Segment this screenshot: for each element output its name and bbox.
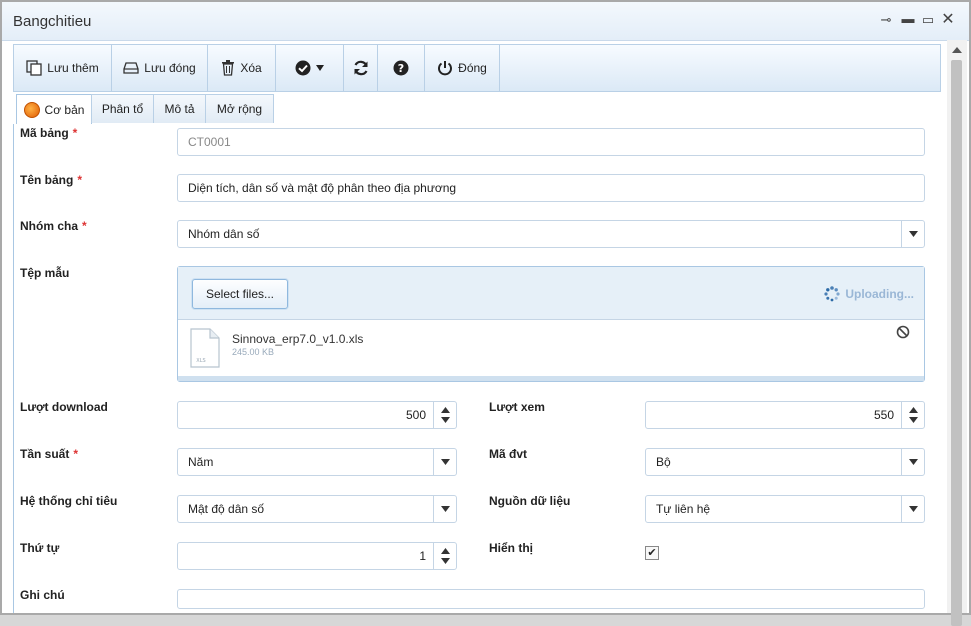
frequency-value: Năm	[188, 455, 214, 469]
data-source-value: Tự liên hệ	[656, 502, 711, 516]
tab-breakdown-label: Phân tổ	[101, 102, 144, 116]
dialog-window: Bangchitieu ⊸ ▬ ▭ ✕ Lưu thêm Lưu đóng Xó…	[0, 0, 971, 626]
save-close-label: Lưu đóng	[144, 61, 196, 75]
scrollbar-thumb[interactable]	[951, 60, 962, 626]
delete-label: Xóa	[240, 61, 262, 75]
cancel-upload-icon[interactable]	[896, 325, 910, 339]
minimize-icon[interactable]: ▬	[900, 11, 916, 27]
tab-strip: Cơ bản Phân tổ Mô tả Mở rộng	[13, 94, 931, 125]
indicator-system-select[interactable]: Mật độ dân số	[177, 495, 457, 523]
close-button[interactable]: Đóng	[425, 45, 500, 91]
table-name-label: Tên bảng *	[20, 173, 83, 187]
unit-code-select[interactable]: Bộ	[645, 448, 925, 476]
display-label: Hiển thị	[489, 541, 533, 555]
data-source-select[interactable]: Tự liên hệ	[645, 495, 925, 523]
file-icon: XLS	[190, 328, 220, 368]
basic-tab-icon	[23, 102, 40, 118]
display-checkbox[interactable]: ✔	[645, 546, 659, 560]
trash-icon	[222, 60, 235, 76]
save-new-label: Lưu thêm	[47, 61, 99, 75]
maximize-icon[interactable]: ▭	[920, 12, 936, 28]
tab-description-label: Mô tả	[164, 102, 195, 116]
table-code-label: Mã bảng *	[20, 126, 78, 140]
chevron-down-icon[interactable]	[433, 449, 456, 475]
template-file-label: Tệp mẫu	[20, 266, 70, 280]
approve-menu-button[interactable]	[276, 45, 344, 91]
chevron-down-icon[interactable]	[901, 221, 924, 247]
close-window-icon[interactable]: ✕	[940, 12, 956, 28]
parent-group-value: Nhóm dân số	[188, 227, 260, 241]
spinner-arrows-icon[interactable]	[901, 402, 924, 428]
upload-progress-bar	[178, 376, 924, 381]
svg-text:?: ?	[398, 62, 404, 75]
parent-group-label: Nhóm cha *	[20, 219, 87, 233]
refresh-button[interactable]	[344, 45, 378, 91]
order-value: 1	[419, 549, 426, 563]
upload-status: Uploading...	[824, 286, 914, 302]
file-size: 245.00 KB	[232, 347, 275, 357]
pin-icon[interactable]: ⊸	[878, 12, 894, 28]
tab-basic-label: Cơ bản	[44, 103, 85, 117]
views-label: Lượt xem	[489, 400, 545, 414]
select-files-button[interactable]: Select files...	[192, 279, 288, 309]
upload-status-text: Uploading...	[845, 287, 914, 301]
unit-code-value: Bộ	[656, 455, 671, 469]
tab-extended-label: Mở rộng	[216, 102, 263, 116]
delete-button[interactable]: Xóa	[208, 45, 276, 91]
downloads-value: 500	[405, 408, 426, 422]
indicator-system-label: Hệ thống chỉ tiêu	[20, 494, 118, 508]
spinner-arrows-icon[interactable]	[433, 543, 456, 569]
spinner-icon	[824, 286, 840, 302]
spinner-arrows-icon[interactable]	[433, 402, 456, 428]
tab-description[interactable]: Mô tả	[153, 94, 206, 123]
vertical-scrollbar[interactable]	[947, 40, 967, 626]
uploader-header: Select files... Uploading...	[178, 267, 924, 320]
chevron-down-icon[interactable]	[433, 496, 456, 522]
chevron-down-icon[interactable]	[901, 449, 924, 475]
toolbar: Lưu thêm Lưu đóng Xóa ? Đóng	[13, 44, 941, 92]
table-code-field[interactable]: CT0001	[177, 128, 925, 156]
unit-code-label: Mã đvt	[489, 447, 528, 461]
note-textarea[interactable]	[177, 589, 925, 609]
views-value: 550	[873, 408, 894, 422]
downloads-stepper[interactable]: 500	[177, 401, 457, 429]
file-uploader: Select files... Uploading... XLS Sinnova…	[177, 266, 925, 382]
tab-extended[interactable]: Mở rộng	[205, 94, 274, 123]
title-bar: Bangchitieu ⊸ ▬ ▭ ✕	[2, 2, 969, 41]
check-circle-icon	[295, 60, 311, 76]
views-stepper[interactable]: 550	[645, 401, 925, 429]
caret-down-icon	[316, 65, 324, 71]
help-button[interactable]: ?	[378, 45, 425, 91]
scroll-up-icon[interactable]	[952, 47, 962, 53]
save-new-button[interactable]: Lưu thêm	[14, 45, 112, 91]
power-icon	[438, 61, 453, 76]
file-ext-label: XLS	[196, 358, 205, 364]
tab-basic[interactable]: Cơ bản	[16, 94, 92, 125]
copy-icon	[26, 60, 42, 76]
downloads-label: Lượt download	[20, 400, 108, 414]
tab-breakdown[interactable]: Phân tổ	[91, 94, 154, 123]
frequency-label: Tần suất *	[20, 447, 79, 461]
indicator-system-value: Mật độ dân số	[188, 502, 265, 516]
help-icon: ?	[393, 60, 409, 76]
close-label: Đóng	[458, 61, 487, 75]
table-name-field[interactable]: Diện tích, dân số và mật độ phân theo đị…	[177, 174, 925, 202]
data-source-label: Nguồn dữ liệu	[489, 494, 571, 508]
file-name: Sinnova_erp7.0_v1.0.xls	[232, 332, 364, 346]
refresh-icon	[353, 60, 368, 76]
chevron-down-icon[interactable]	[901, 496, 924, 522]
save-close-button[interactable]: Lưu đóng	[112, 45, 208, 91]
frequency-select[interactable]: Năm	[177, 448, 457, 476]
window-title: Bangchitieu	[13, 13, 92, 30]
order-label: Thứ tự	[20, 541, 60, 555]
parent-group-select[interactable]: Nhóm dân số	[177, 220, 925, 248]
drive-icon	[123, 62, 139, 74]
note-label: Ghi chú	[20, 588, 65, 602]
order-stepper[interactable]: 1	[177, 542, 457, 570]
